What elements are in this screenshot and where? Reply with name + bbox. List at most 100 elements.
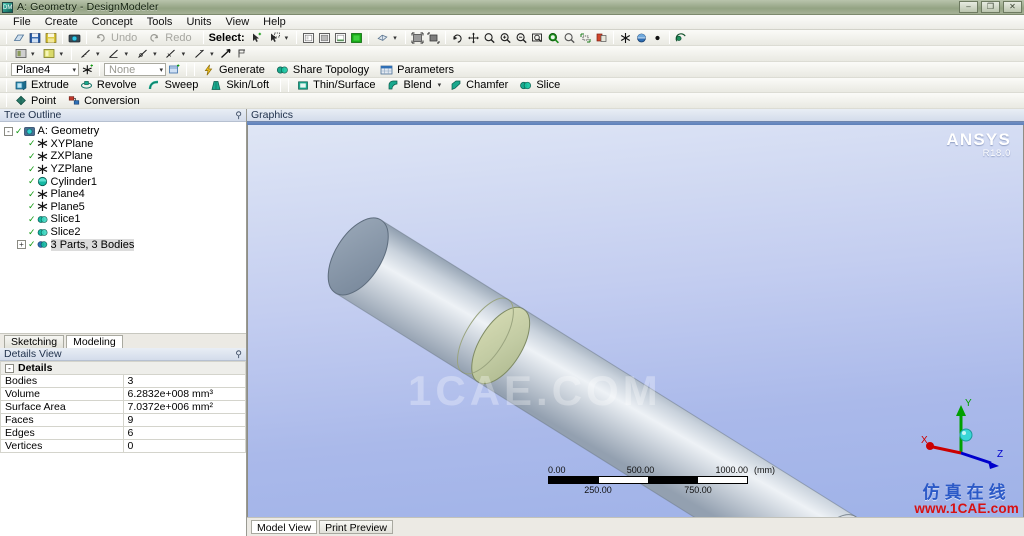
parameters-icon xyxy=(379,63,394,77)
sweep-button[interactable]: Sweep xyxy=(145,78,206,92)
window-title: A: Geometry - DesignModeler xyxy=(17,1,159,13)
blend-button[interactable]: Blend ▾ xyxy=(384,78,446,92)
menu-help[interactable]: Help xyxy=(256,15,293,29)
pin-icon[interactable]: ⚲ xyxy=(235,349,242,360)
select-edges-icon[interactable] xyxy=(333,31,348,45)
zoom-to-fit-icon[interactable] xyxy=(546,31,561,45)
display-plane-icon[interactable] xyxy=(634,31,649,45)
close-button[interactable]: ✕ xyxy=(1003,1,1022,13)
new-plane-icon[interactable] xyxy=(80,63,95,77)
plane-display-button[interactable]: ▾ xyxy=(11,47,39,61)
menu-view[interactable]: View xyxy=(219,15,257,29)
share-topology-button[interactable]: Share Topology xyxy=(273,63,376,77)
tree-node-slice2[interactable]: ✓ Slice2 xyxy=(17,226,246,239)
new-sketch-icon[interactable] xyxy=(167,63,182,77)
cross-section-icon[interactable] xyxy=(674,31,689,45)
maximize-button[interactable]: ❐ xyxy=(981,1,1000,13)
collapse-icon[interactable]: - xyxy=(5,364,14,374)
ruler5-button[interactable]: ▾ xyxy=(190,47,218,61)
tab-print-preview[interactable]: Print Preview xyxy=(319,520,393,534)
axis-triad[interactable]: Y X Z xyxy=(919,397,1005,469)
zoom-in-icon[interactable] xyxy=(498,31,513,45)
scale-segment xyxy=(698,477,748,483)
flag-icon[interactable] xyxy=(235,47,250,61)
save-icon[interactable] xyxy=(27,31,42,45)
select-bodies-icon[interactable] xyxy=(301,31,316,45)
active-sketch-select[interactable]: None ▾ xyxy=(104,63,166,76)
extend-selection-button[interactable]: ▾ xyxy=(373,31,401,45)
previous-view-icon[interactable] xyxy=(578,31,593,45)
menu-create[interactable]: Create xyxy=(38,15,85,29)
magnifier-icon[interactable] xyxy=(562,31,577,45)
menu-tools[interactable]: Tools xyxy=(140,15,180,29)
minimize-button[interactable]: – xyxy=(959,1,978,13)
collapse-icon[interactable]: - xyxy=(4,126,13,136)
revolve-button[interactable]: Revolve xyxy=(77,78,144,92)
tree-node-plane5[interactable]: ✓ Plane5 xyxy=(17,201,246,214)
tree-node-plane4[interactable]: ✓ Plane4 xyxy=(17,188,246,201)
generate-button[interactable]: Generate xyxy=(199,63,272,77)
expand-icon[interactable]: + xyxy=(17,240,26,250)
select-faces-icon[interactable] xyxy=(317,31,332,45)
details-row-key: Bodies xyxy=(0,374,124,389)
rotate-icon[interactable] xyxy=(450,31,465,45)
tab-sketching[interactable]: Sketching xyxy=(4,335,65,349)
tree-node-slice1[interactable]: ✓ Slice1 xyxy=(17,213,246,226)
tree-node-a-geometry[interactable]: - ✓ A: Geometry xyxy=(4,125,246,138)
menu-units[interactable]: Units xyxy=(179,15,218,29)
ruler1-icon xyxy=(78,47,93,61)
sketch-display-toolbar: ▾ ▾ ▾ ▾ ▾ ▾ ▾ xyxy=(0,46,1024,62)
tree-node-3-parts-3-bodies[interactable]: + ✓ 3 Parts, 3 Bodies xyxy=(17,238,246,251)
sketch-display-button[interactable]: ▾ xyxy=(40,47,68,61)
single-select-icon[interactable] xyxy=(249,31,264,45)
active-plane-select[interactable]: Plane4 ▾ xyxy=(11,63,79,76)
ruler2-button[interactable]: ▾ xyxy=(105,47,133,61)
ruler4-button[interactable]: ▾ xyxy=(162,47,190,61)
blend-label: Blend xyxy=(403,79,432,91)
pin-icon[interactable]: ⚲ xyxy=(235,110,242,121)
named-selection-2-icon[interactable] xyxy=(426,31,441,45)
point-display-icon[interactable] xyxy=(650,31,665,45)
cylinder-model[interactable] xyxy=(248,125,1024,517)
undo-button[interactable]: Undo xyxy=(91,31,144,45)
named-selection-icon[interactable] xyxy=(410,31,425,45)
tree-node-xyplane[interactable]: ✓ XYPlane xyxy=(17,138,246,151)
tab-modeling[interactable]: Modeling xyxy=(66,335,123,349)
zoom-out-icon[interactable] xyxy=(514,31,529,45)
menu-file[interactable]: File xyxy=(6,15,38,29)
chamfer-button[interactable]: Chamfer xyxy=(446,78,515,92)
scale-label-750: 750.00 xyxy=(684,485,712,495)
check-icon: ✓ xyxy=(28,239,36,250)
menu-concept[interactable]: Concept xyxy=(85,15,140,29)
ruler1-button[interactable]: ▾ xyxy=(76,47,104,61)
pan-icon[interactable] xyxy=(466,31,481,45)
graphics-viewport[interactable]: ANSYS R18.0 1CAE.COM 0.00 500.00 1000.00… xyxy=(247,125,1024,517)
wireframe-icon[interactable] xyxy=(618,31,633,45)
box-select-button[interactable]: ▾ xyxy=(265,31,293,45)
slice-button[interactable]: Slice xyxy=(516,78,567,92)
save-as-icon[interactable] xyxy=(43,31,58,45)
next-view-icon[interactable] xyxy=(594,31,609,45)
arrow-icon[interactable] xyxy=(219,47,234,61)
conversion-button[interactable]: Conversion xyxy=(64,94,147,108)
zoom-icon[interactable] xyxy=(482,31,497,45)
extrude-button[interactable]: Extrude xyxy=(11,78,76,92)
tab-model-view[interactable]: Model View xyxy=(251,520,318,534)
point-button[interactable]: Point xyxy=(11,94,63,108)
thin-surface-label: Thin/Surface xyxy=(313,79,376,91)
tree-outline[interactable]: - ✓ A: Geometry ✓ XYPlane ✓ ZXPlane ✓ YZPlane ✓ Cy… xyxy=(0,122,246,334)
tree-node-cylinder1[interactable]: ✓ Cylinder1 xyxy=(17,175,246,188)
box-zoom-icon[interactable] xyxy=(530,31,545,45)
skin-loft-button[interactable]: Skin/Loft xyxy=(206,78,276,92)
thin-surface-button[interactable]: Thin/Surface xyxy=(293,78,382,92)
redo-button[interactable]: Redo xyxy=(145,31,198,45)
new-icon[interactable] xyxy=(11,31,26,45)
screenshot-icon[interactable] xyxy=(67,31,82,45)
parameters-button[interactable]: Parameters xyxy=(377,63,461,77)
ruler3-button[interactable]: ▾ xyxy=(133,47,161,61)
select-vertices-icon[interactable] xyxy=(349,31,364,45)
chevron-down-icon: ▾ xyxy=(393,34,397,42)
tree-node-yzplane[interactable]: ✓ YZPlane xyxy=(17,163,246,176)
tree-node-zxplane[interactable]: ✓ ZXPlane xyxy=(17,150,246,163)
ruler4-icon xyxy=(164,47,179,61)
